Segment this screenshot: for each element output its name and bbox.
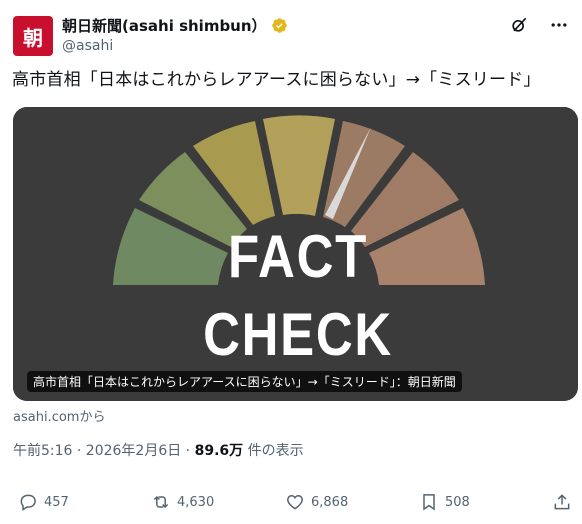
retweet-count: 4,630 (177, 494, 215, 510)
card-source[interactable]: asahi.comから (13, 406, 105, 425)
check-text: CHECK (203, 301, 393, 368)
post-timestamp[interactable]: 午前5:16 · 2026年2月6日 · (13, 443, 195, 459)
like-count: 6,868 (311, 494, 349, 510)
more-options-icon[interactable] (548, 14, 570, 36)
author-name[interactable]: 朝日新聞(asahi shimbun） (62, 15, 267, 36)
reply-icon (20, 494, 36, 511)
heart-icon (287, 494, 303, 510)
retweet-button[interactable]: 4,630 (151, 487, 214, 517)
reply-count: 457 (44, 494, 69, 510)
like-button[interactable]: 6,868 (285, 487, 348, 517)
share-button[interactable] (552, 487, 572, 517)
post-meta: 午前5:16 · 2026年2月6日 · 89.6万 件の表示 (13, 440, 304, 460)
view-count: 89.6万 (194, 443, 244, 459)
tweet-text: 高市首相「日本はこれからレアアースに困らない」→「ミスリード」 (12, 70, 541, 90)
verified-badge-icon[interactable] (271, 17, 288, 34)
view-count-label: 件の表示 (243, 443, 304, 459)
author-handle[interactable]: @asahi (62, 38, 288, 54)
avatar[interactable]: 朝 (13, 16, 53, 56)
link-card[interactable]: FACT CHECK 高市首相「日本はこれからレアアースに困らない」→「ミスリー… (13, 107, 578, 401)
retweet-icon (153, 495, 169, 509)
reply-button[interactable]: 457 (18, 487, 69, 517)
bookmark-count: 508 (445, 494, 470, 510)
bookmark-icon (423, 494, 435, 511)
author-block: 朝日新聞(asahi shimbun） @asahi (62, 14, 288, 54)
card-caption: 高市首相「日本はこれからレアアースに困らない」→「ミスリード」：朝日新聞 (27, 371, 462, 392)
action-bar: 457 4,630 6,868 508 (0, 487, 582, 517)
fact-text: FACT (228, 223, 368, 290)
top-right-controls (508, 14, 570, 36)
grok-icon[interactable] (508, 14, 530, 36)
share-icon (554, 494, 570, 510)
bookmark-button[interactable]: 508 (419, 487, 470, 517)
